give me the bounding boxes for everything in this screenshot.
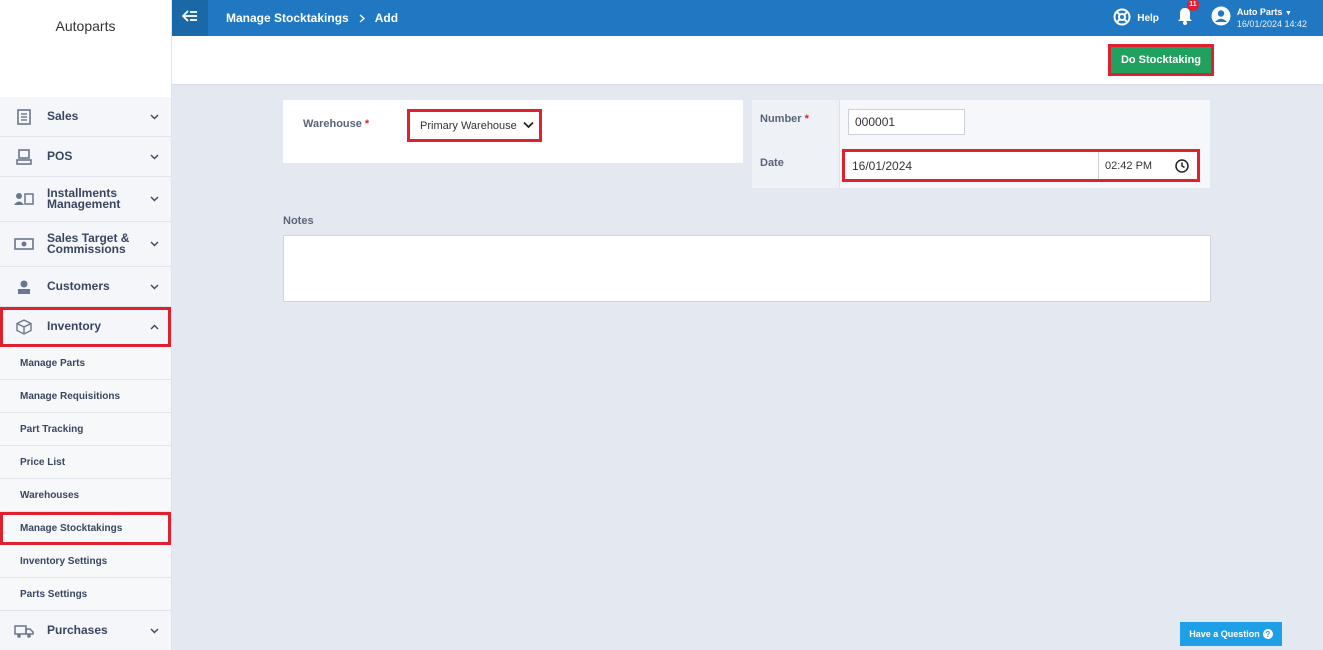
warehouse-label-text: Warehouse xyxy=(303,118,362,130)
arrow-left-icon xyxy=(181,9,198,27)
breadcrumb: Manage Stocktakings Add xyxy=(226,11,398,25)
date-label: Date xyxy=(760,157,784,169)
sidebar-item-sales-target[interactable]: Sales Target & Commissions xyxy=(0,222,171,267)
sidebar-item-installments[interactable]: Installments Management xyxy=(0,177,171,222)
collapse-sidebar-button[interactable] xyxy=(172,0,208,36)
sidebar-item-purchases[interactable]: Purchases xyxy=(0,611,171,650)
have-a-question-label: Have a Question xyxy=(1189,629,1260,639)
sidebar-item-sales[interactable]: Sales xyxy=(0,97,171,137)
required-mark: * xyxy=(804,113,809,125)
money-icon xyxy=(14,235,34,253)
inventory-submenu: Manage Parts Manage Requisitions Part Tr… xyxy=(0,347,171,611)
truck-icon xyxy=(14,622,34,640)
date-input[interactable]: 16/01/2024 xyxy=(843,150,1099,181)
sidebar: Autoparts Sales POS Installments Managem… xyxy=(0,0,172,650)
warehouse-label: Warehouse * xyxy=(303,118,369,130)
chevron-down-icon xyxy=(523,120,534,132)
sidebar-item-inventory[interactable]: Inventory xyxy=(0,307,171,347)
breadcrumb-add: Add xyxy=(374,11,399,25)
sidebar-item-label: Sales xyxy=(47,109,79,123)
installments-icon xyxy=(14,190,34,208)
sidebar-subitem-parts-settings[interactable]: Parts Settings xyxy=(0,578,171,611)
warehouse-select-value: Primary Warehouse xyxy=(420,119,517,132)
sidebar-item-label: Customers xyxy=(47,279,110,293)
sidebar-item-customers[interactable]: Customers xyxy=(0,267,171,307)
notifications-button[interactable]: 11 xyxy=(1177,0,1199,30)
chevron-down-icon xyxy=(149,152,159,162)
chevron-down-icon xyxy=(149,626,159,636)
action-bar: Do Stocktaking xyxy=(172,36,1323,85)
user-datetime: 16/01/2024 14:42 xyxy=(1236,18,1307,29)
date-field-cell: 16/01/2024 02:42 PM xyxy=(840,144,1210,188)
time-input-value: 02:42 PM xyxy=(1105,159,1153,172)
date-time-group: 16/01/2024 02:42 PM xyxy=(842,149,1200,182)
number-label-cell: Number * xyxy=(752,100,840,144)
number-row: Number * 000001 xyxy=(752,100,1210,144)
number-input[interactable]: 000001 xyxy=(848,109,965,135)
header-actions: Help 11 Auto Parts ▼ 16/01/2024 14:42 xyxy=(1113,0,1323,36)
app-logo: Autoparts xyxy=(0,0,171,97)
chevron-down-icon xyxy=(149,194,159,204)
chevron-down-icon xyxy=(149,112,159,122)
sidebar-item-label: Inventory xyxy=(47,319,102,333)
user-info: Auto Parts ▼ 16/01/2024 14:42 xyxy=(1237,7,1307,30)
notes-label: Notes xyxy=(283,215,314,227)
do-stocktaking-button[interactable]: Do Stocktaking xyxy=(1108,44,1214,76)
lifebuoy-icon xyxy=(1113,8,1137,29)
chevron-down-icon xyxy=(149,239,159,249)
number-label-text: Number xyxy=(760,113,802,125)
sidebar-item-label: Installments Management xyxy=(47,186,121,211)
notes-textarea[interactable] xyxy=(283,235,1211,302)
sidebar-subitem-warehouses[interactable]: Warehouses xyxy=(0,479,171,512)
date-label-cell: Date xyxy=(752,144,840,188)
caret-down-icon: ▼ xyxy=(1284,9,1292,17)
sidebar-subitem-price-list[interactable]: Price List xyxy=(0,446,171,479)
help-label: Help xyxy=(1137,12,1159,24)
user-menu[interactable]: Auto Parts ▼ 16/01/2024 14:42 xyxy=(1211,6,1307,31)
sidebar-subitem-inventory-settings[interactable]: Inventory Settings xyxy=(0,545,171,578)
warehouse-panel: Warehouse * Primary Warehouse xyxy=(283,100,743,163)
sidebar-subitem-part-tracking[interactable]: Part Tracking xyxy=(0,413,171,446)
sidebar-subitem-manage-stocktakings[interactable]: Manage Stocktakings xyxy=(0,512,171,545)
notification-count-badge: 11 xyxy=(1186,0,1199,11)
user-icon xyxy=(14,278,34,296)
have-a-question-button[interactable]: Have a Question? xyxy=(1180,622,1282,646)
sidebar-subitem-manage-parts[interactable]: Manage Parts xyxy=(0,347,171,380)
box-icon xyxy=(14,318,34,336)
top-bar: Manage Stocktakings Add Help 11 Auto Par… xyxy=(172,0,1323,36)
sidebar-subitem-manage-requisitions[interactable]: Manage Requisitions xyxy=(0,380,171,413)
sidebar-item-pos[interactable]: POS xyxy=(0,137,171,177)
chevron-up-icon xyxy=(149,322,159,332)
sidebar-item-label: Sales Target & Commissions xyxy=(47,231,130,256)
user-name: Auto Parts xyxy=(1236,6,1283,17)
receipt-icon xyxy=(14,108,34,126)
sidebar-item-label: POS xyxy=(47,149,73,163)
time-input[interactable]: 02:42 PM xyxy=(1099,150,1199,181)
user-avatar-icon xyxy=(1211,6,1231,31)
number-field-cell: 000001 xyxy=(840,100,1210,144)
sidebar-item-label: Purchases xyxy=(47,623,108,637)
date-row: Date 16/01/2024 02:42 PM xyxy=(752,144,1210,188)
required-mark: * xyxy=(364,118,370,130)
warehouse-select[interactable]: Primary Warehouse xyxy=(407,109,542,142)
breadcrumb-manage-stocktakings[interactable]: Manage Stocktakings xyxy=(226,11,349,25)
pos-terminal-icon xyxy=(14,148,34,166)
chevron-right-icon xyxy=(359,13,365,23)
help-button[interactable]: Help xyxy=(1113,8,1159,29)
chevron-down-icon xyxy=(149,282,159,292)
question-mark-icon: ? xyxy=(1262,629,1273,639)
number-label: Number * xyxy=(760,113,809,125)
number-date-panel: Number * 000001 Date 16/01/2024 02:42 PM xyxy=(752,100,1210,188)
